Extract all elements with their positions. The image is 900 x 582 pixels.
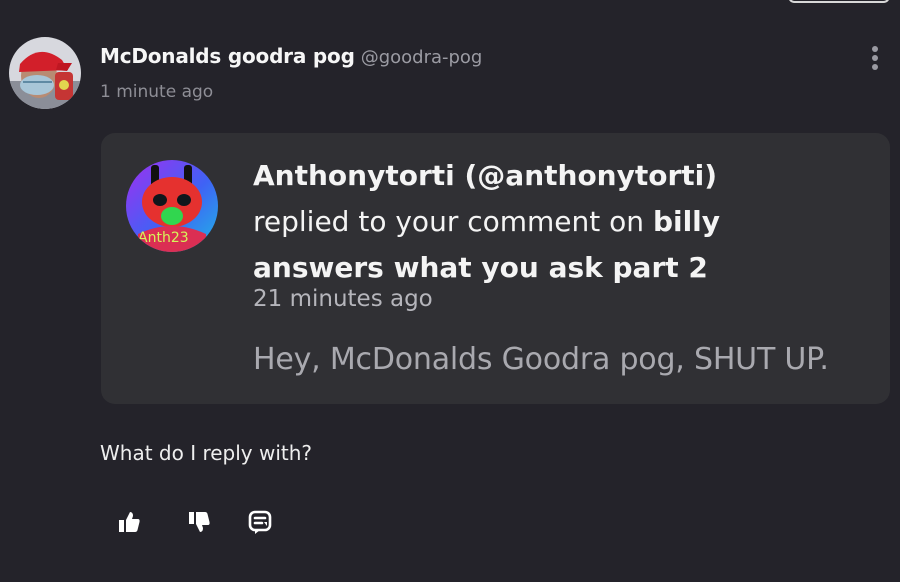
author-avatar[interactable] bbox=[9, 37, 81, 109]
notification-avatar-image: Anth23 bbox=[126, 160, 218, 252]
top-button-edge[interactable] bbox=[788, 0, 890, 3]
notification-timestamp: 21 minutes ago bbox=[253, 286, 433, 312]
reply-icon[interactable] bbox=[247, 509, 273, 535]
post-timestamp: 1 minute ago bbox=[100, 82, 214, 102]
notification-text: Anthonytorti (@anthonytorti) replied to … bbox=[253, 153, 843, 291]
notification-avatar[interactable]: Anth23 bbox=[126, 160, 218, 252]
author-avatar-image bbox=[9, 37, 81, 109]
more-options-icon[interactable] bbox=[864, 46, 886, 76]
author-handle[interactable]: @goodra-pog bbox=[361, 47, 483, 68]
post-header: McDonalds goodra pog @goodra-pog bbox=[100, 44, 482, 68]
avatar-watermark: Anth23 bbox=[138, 230, 189, 246]
thumbs-up-icon[interactable] bbox=[116, 509, 142, 535]
notification-action: replied to your comment on bbox=[253, 205, 645, 238]
post-body-text: What do I reply with? bbox=[100, 441, 313, 465]
notification-message: Hey, McDonalds Goodra pog, SHUT UP. bbox=[253, 342, 829, 377]
notification-card[interactable]: Anth23 Anthonytorti (@anthonytorti) repl… bbox=[101, 133, 890, 404]
author-name[interactable]: McDonalds goodra pog bbox=[100, 44, 355, 68]
notification-user[interactable]: Anthonytorti (@anthonytorti) bbox=[253, 159, 717, 192]
thumbs-down-icon[interactable] bbox=[186, 509, 212, 535]
